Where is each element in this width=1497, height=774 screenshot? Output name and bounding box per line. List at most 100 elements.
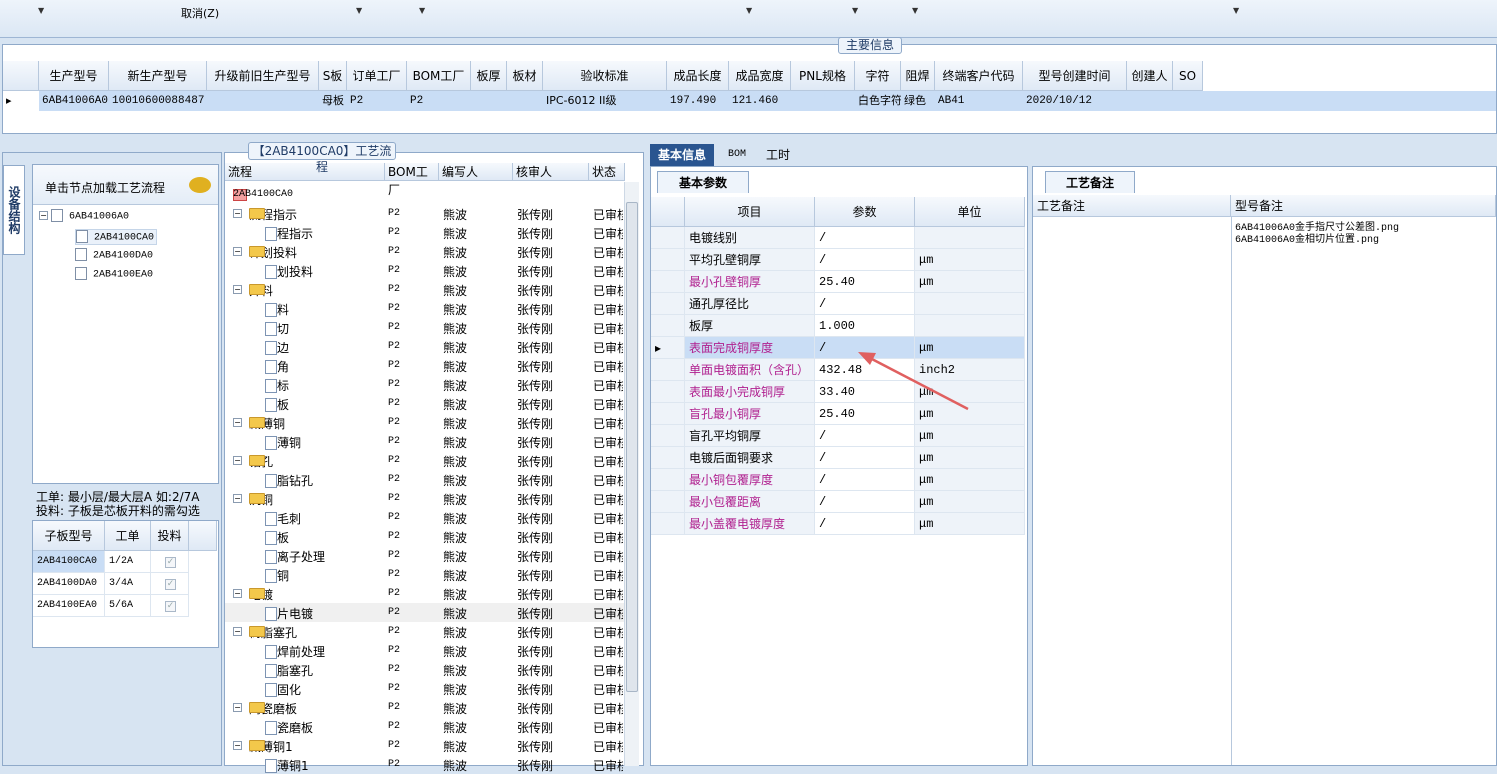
process-row[interactable]: 烘板 P2 熊波 张传刚 已审核 [225,527,625,546]
process-row[interactable]: 树脂塞孔 P2 熊波 张传刚 已审核 [225,660,625,679]
collapse-icon[interactable]: − [233,209,242,218]
checkbox[interactable]: ✓ [165,579,176,590]
process-scrollbar[interactable] [624,182,639,766]
param-value[interactable]: / [815,425,915,447]
grid-cell[interactable]: 1/2A [105,551,151,573]
param-row[interactable]: 盲孔平均铜厚 / μm [651,425,1025,447]
column-header[interactable]: 验收标准 [543,61,667,91]
column-header[interactable]: 成品长度 [667,61,729,91]
collapse-icon[interactable]: − [233,494,242,503]
column-header[interactable]: 项目 [685,197,815,227]
column-header[interactable]: 阻焊 [901,61,935,91]
column-header[interactable]: 创建人 [1127,61,1173,91]
param-row[interactable]: 最小铜包覆厚度 / μm [651,469,1025,491]
grid-cell[interactable]: 5/6A [105,595,151,617]
collapse-icon[interactable]: − [233,703,242,712]
process-row[interactable]: 负片电镀 P2 熊波 张传刚 已审核 [225,603,625,622]
process-row[interactable]: 烘板 P2 熊波 张传刚 已审核 [225,394,625,413]
grid-cell[interactable] [507,91,543,111]
dropdown-arrow-icon[interactable]: ▼ [419,6,425,15]
process-row[interactable]: 钻孔− P2 熊波 张传刚 已审核 [225,451,625,470]
grid-cell[interactable]: ✓ [151,551,189,573]
collapse-icon[interactable]: − [233,285,242,294]
process-row[interactable]: 树脂钻孔 P2 熊波 张传刚 已审核 [225,470,625,489]
process-row[interactable]: 去毛刺 P2 熊波 张传刚 已审核 [225,508,625,527]
column-header[interactable]: 新生产型号 [109,61,207,91]
process-row[interactable]: 阻焊前处理 P2 熊波 张传刚 已审核 [225,641,625,660]
process-row[interactable]: 流程指示 P2 熊波 张传刚 已审核 [225,223,625,242]
param-row[interactable]: 电镀线别 / [651,227,1025,249]
column-header[interactable]: BOM工厂 [407,61,471,91]
param-row[interactable]: 通孔厚径比 / [651,293,1025,315]
process-remarks-tab[interactable]: 工艺备注 [1045,171,1135,193]
process-row[interactable]: 圆角 P2 熊波 张传刚 已审核 [225,356,625,375]
grid-cell[interactable] [471,91,507,111]
grid-cell[interactable]: P2 [407,91,471,111]
column-header[interactable]: 板厚 [471,61,507,91]
process-row[interactable]: 计划投料 P2 熊波 张传刚 已审核 [225,261,625,280]
basic-params-tab[interactable]: 基本参数 [657,171,749,193]
process-row[interactable]: 计划投料− P2 熊波 张传刚 已审核 [225,242,625,261]
column-header[interactable]: 字符 [855,61,901,91]
dropdown-arrow-icon[interactable]: ▼ [852,6,858,15]
tree-root-node[interactable]: −6AB41006A0 [39,209,129,223]
process-row[interactable]: 沉铜 P2 熊波 张传刚 已审核 [225,565,625,584]
param-row[interactable]: 板厚 1.000 [651,315,1025,337]
grid-cell[interactable]: 2AB4100CA0 [33,551,105,573]
column-header[interactable]: 子板型号 [33,521,105,551]
process-row[interactable]: 减薄铜 P2 熊波 张传刚 已审核 [225,432,625,451]
process-row[interactable]: 终固化 P2 熊波 张传刚 已审核 [225,679,625,698]
process-row[interactable]: 开料 P2 熊波 张传刚 已审核 [225,299,625,318]
grid-cell[interactable]: 6AB41006A0 [39,91,109,111]
collapse-icon[interactable]: − [233,627,242,636]
column-header[interactable]: 终端客户代码 [935,61,1023,91]
checkbox[interactable]: ✓ [165,601,176,612]
process-row[interactable]: 陶瓷磨板 P2 熊波 张传刚 已审核 [225,717,625,736]
collapse-icon[interactable]: − [233,247,242,256]
param-value[interactable]: / [815,249,915,271]
param-row[interactable]: 最小孔壁铜厚 25.40 μm [651,271,1025,293]
param-row[interactable]: 电镀后面铜要求 / μm [651,447,1025,469]
param-row[interactable]: 最小包覆距离 / μm [651,491,1025,513]
grid-cell[interactable]: IPC-6012 II级 [543,91,667,111]
grid-cell[interactable]: 2AB4100DA0 [33,573,105,595]
collapse-icon[interactable]: − [39,211,48,220]
grid-cell[interactable] [791,91,855,111]
speech-bubble-icon[interactable] [189,177,211,193]
device-structure-tab[interactable]: 设备结构 [3,165,25,255]
process-row[interactable]: 磨边 P2 熊波 张传刚 已审核 [225,337,625,356]
scrollbar-thumb[interactable] [626,202,638,692]
column-header[interactable]: 工单 [105,521,151,551]
collapse-icon[interactable]: − [233,741,242,750]
grid-cell[interactable]: 197.490 [667,91,729,111]
column-header[interactable]: 参数 [815,197,915,227]
param-row[interactable]: 平均孔壁铜厚 / μm [651,249,1025,271]
process-row[interactable]: 沉铜− P2 熊波 张传刚 已审核 [225,489,625,508]
grid-cell[interactable]: 3/4A [105,573,151,595]
column-header[interactable]: 成品宽度 [729,61,791,91]
process-row[interactable]: 电镀− P2 熊波 张传刚 已审核 [225,584,625,603]
param-value[interactable]: / [815,513,915,535]
grid-cell[interactable] [207,91,319,111]
tab-bom[interactable]: BOM [720,144,754,166]
grid-cell[interactable]: ✓ [151,573,189,595]
process-row[interactable]: 减薄铜− P2 熊波 张传刚 已审核 [225,413,625,432]
grid-cell[interactable]: 白色字符 [855,91,901,111]
process-row[interactable]: 陶瓷磨板− P2 熊波 张传刚 已审核 [225,698,625,717]
process-row[interactable]: 打标 P2 熊波 张传刚 已审核 [225,375,625,394]
column-header[interactable]: PNL规格 [791,61,855,91]
grid-cell[interactable] [1127,91,1173,111]
dropdown-arrow-icon[interactable]: ▼ [356,6,362,15]
cancel-menu-item[interactable]: 取消(Z) [181,5,219,21]
process-row[interactable]: 裁切 P2 熊波 张传刚 已审核 [225,318,625,337]
process-row[interactable]: 流程指示− P2 熊波 张传刚 已审核 [225,204,625,223]
grid-cell[interactable] [1173,91,1203,111]
grid-cell[interactable]: 2020/10/12 [1023,91,1127,111]
param-value[interactable]: 25.40 [815,271,915,293]
tree-child-node[interactable]: 2AB4100EA0 [75,267,153,281]
grid-cell[interactable]: 母板 [319,91,347,111]
column-header[interactable]: S板 [319,61,347,91]
collapse-icon[interactable]: − [233,589,242,598]
collapse-icon[interactable]: − [233,418,242,427]
grid-cell[interactable]: 10010600088487 [109,91,207,111]
